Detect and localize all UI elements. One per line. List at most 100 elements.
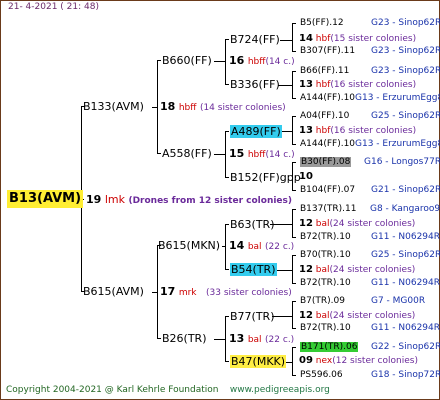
- connector: [157, 60, 161, 61]
- connector: [278, 85, 293, 86]
- gen4-origin: G23 - Sinop62R: [371, 18, 440, 28]
- copyright: Copyright 2004-2021 @ Karl Kehrle Founda…: [6, 385, 219, 395]
- gen2-note: (22 c.): [265, 335, 295, 345]
- gen4-label: B171(TR).06: [300, 342, 359, 352]
- gen2-note: (22 c.): [265, 242, 295, 252]
- connector: [292, 144, 296, 145]
- gen4-label: B30(FF).08: [300, 157, 352, 167]
- connector: [225, 39, 226, 85]
- connector: [292, 328, 296, 329]
- connector: [225, 131, 226, 178]
- gen4-node[interactable]: A04(FF).10: [300, 111, 349, 122]
- gen4-origin: G11 - N06294R: [371, 278, 440, 288]
- connector: [225, 269, 229, 270]
- gen4-origin: G13 - ErzurumEgg8: [355, 93, 440, 103]
- connector: [225, 177, 229, 178]
- gen2-count: 16: [229, 54, 245, 67]
- gen2-note: (14 c.): [265, 150, 295, 160]
- gen1-info: 17 mrk (33 sister colonies): [160, 285, 292, 300]
- gen2-node[interactable]: B615(MKN): [158, 239, 220, 252]
- gen3-node[interactable]: B724(FF): [230, 33, 280, 46]
- connector: [292, 237, 296, 238]
- gen3-label: A489(FF): [230, 125, 282, 138]
- connector: [225, 316, 226, 362]
- gen1-info: 18 hbff (14 sister colonies): [160, 100, 286, 115]
- gen2-mark: hbff: [247, 57, 266, 67]
- gen3-node[interactable]: B54(TR): [230, 263, 277, 276]
- gen4-origin: G22 - Sinop62R: [371, 342, 440, 352]
- gen2-info: 16 hbff(14 c.): [229, 54, 295, 69]
- connector: [292, 209, 293, 238]
- gen4-node[interactable]: B72(TR).10: [300, 278, 351, 289]
- gen4-origin: G7 - MG00R: [371, 296, 426, 306]
- gen3-info: 12 bal(24 sister colonies): [299, 218, 416, 229]
- connector: [292, 116, 296, 117]
- gen4-node[interactable]: B70(TR).10: [300, 250, 351, 261]
- gen2-mark: hbff: [247, 150, 266, 160]
- gen2-note: (14 c.): [265, 57, 295, 67]
- gen3-node[interactable]: B63(TR): [230, 218, 275, 231]
- gen3-node[interactable]: B336(FF): [230, 78, 280, 91]
- gen4-node[interactable]: A144(FF).10: [300, 93, 355, 104]
- gen3-node[interactable]: B77(TR): [230, 310, 275, 323]
- gen3-info: 10: [299, 171, 313, 182]
- site-link[interactable]: www.pedigreeapis.org: [230, 385, 330, 395]
- gen2-node[interactable]: B660(FF): [162, 54, 212, 67]
- footer: Copyright 2004-2021 @ Karl Kehrle Founda…: [6, 385, 330, 395]
- connector: [292, 283, 296, 284]
- gen2-info: 15 hbff(14 c.): [229, 147, 295, 162]
- gen1-count: 17: [160, 285, 176, 298]
- gen4-origin: G23 - Sinop62R: [371, 46, 440, 56]
- root-queen[interactable]: B13(AVM): [7, 190, 84, 208]
- gen4-node[interactable]: B307(FF).11: [300, 46, 355, 57]
- connector: [272, 316, 293, 317]
- gen2-node[interactable]: B26(TR): [162, 332, 207, 345]
- gen4-node[interactable]: B30(FF).08: [300, 157, 352, 168]
- gen2-node[interactable]: A558(FF): [162, 147, 212, 160]
- gen4-origin: G8 - Kangaroo98R: [370, 204, 440, 214]
- gen2-count: 15: [229, 147, 245, 160]
- connector: [157, 60, 158, 154]
- root-note: (Drones from 12 sister colonies): [128, 196, 293, 206]
- connector: [292, 190, 296, 191]
- gen3-info: 12 bal(24 sister colonies): [299, 310, 416, 321]
- gen4-node[interactable]: B72(TR).10: [300, 232, 351, 243]
- gen4-origin: G21 - Sinop62R: [371, 185, 440, 195]
- gen4-origin: G25 - Sinop62R: [371, 111, 440, 121]
- gen2-count: 13: [229, 332, 245, 345]
- gen2-info: 13 bal (22 c.): [229, 332, 294, 347]
- timestamp: 21- 4-2021 ( 21: 48): [8, 2, 99, 12]
- connector: [292, 51, 296, 52]
- root-mark: lmk: [104, 193, 125, 206]
- gen2-mark: bal: [247, 335, 262, 345]
- gen4-node[interactable]: B66(FF).11: [300, 66, 349, 77]
- gen3-label: B54(TR): [230, 263, 277, 276]
- root-count: 19: [86, 193, 102, 206]
- connector: [292, 209, 296, 210]
- gen1-node[interactable]: B615(AVM): [83, 285, 144, 298]
- gen3-node[interactable]: A489(FF): [230, 125, 282, 138]
- gen4-node[interactable]: B171(TR).06: [300, 342, 359, 353]
- gen4-node[interactable]: B72(TR).10: [300, 323, 351, 334]
- connector: [292, 71, 296, 72]
- gen1-note: (33 sister colonies): [206, 288, 292, 298]
- connector: [157, 338, 161, 339]
- gen4-origin: G18 - Sinop72R: [371, 370, 440, 380]
- gen4-node[interactable]: PS596.06: [300, 370, 343, 381]
- gen4-node[interactable]: B137(TR).11: [300, 204, 356, 215]
- gen3-info: 12 bal(24 sister colonies): [299, 264, 416, 275]
- gen4-origin: G13 - ErzurumEgg8: [355, 139, 440, 149]
- connector: [292, 23, 293, 52]
- connector: [225, 84, 229, 85]
- gen4-node[interactable]: B7(TR).09: [300, 296, 345, 307]
- gen4-node[interactable]: B5(FF).12: [300, 18, 344, 29]
- gen4-node[interactable]: A144(FF).10: [300, 139, 355, 150]
- connector: [292, 23, 296, 24]
- gen1-mark: hbff: [178, 103, 197, 113]
- connector: [292, 98, 296, 99]
- gen3-node[interactable]: B47(MKK): [230, 355, 287, 368]
- gen4-node[interactable]: B104(FF).07: [300, 185, 355, 196]
- gen3-info: 09 nex(12 sister colonies): [299, 355, 418, 366]
- gen1-node[interactable]: B133(AVM): [83, 100, 144, 113]
- gen3-node[interactable]: B152(FF)gpp: [230, 171, 301, 184]
